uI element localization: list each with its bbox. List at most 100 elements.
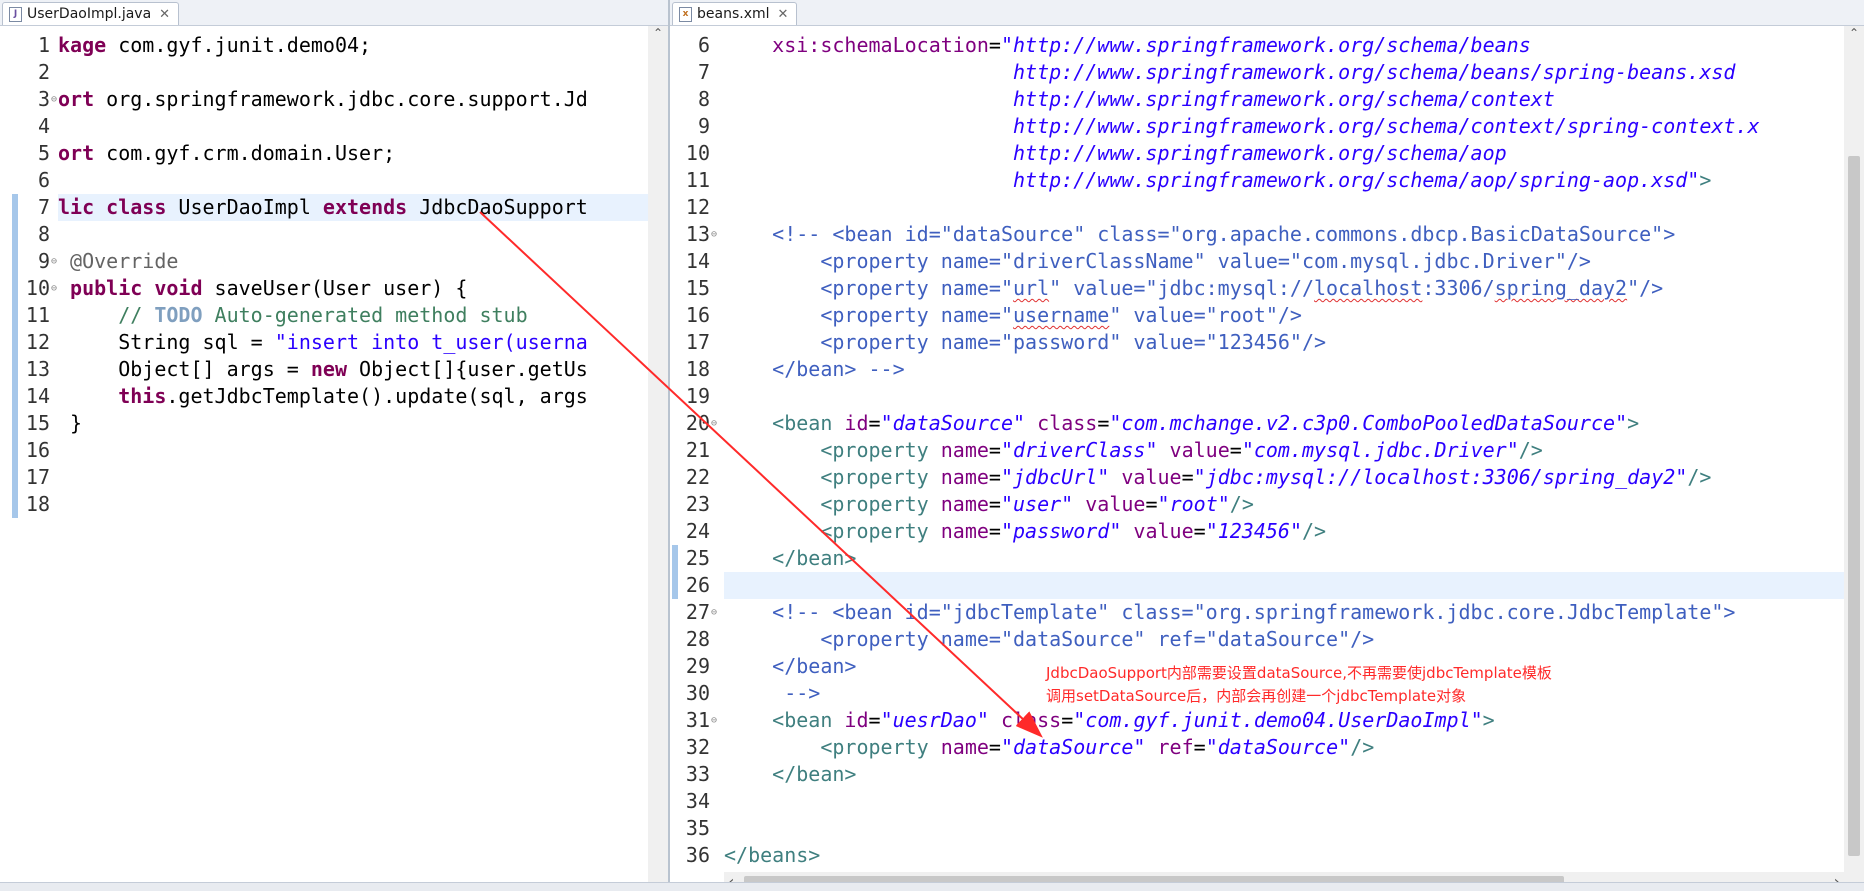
fold-toggle-icon[interactable]: ⊖ (711, 599, 717, 626)
code-token: Object[] args = (58, 357, 311, 381)
xml-file-icon: x (679, 6, 692, 22)
code-token: </bean> (724, 762, 857, 786)
line-number: 25 (685, 546, 710, 570)
code-line[interactable]: <property name="driverClassName" value="… (724, 248, 1591, 275)
code-token: "http://www.springframework.org/schema/b… (1000, 33, 1531, 57)
code-line[interactable]: http://www.springframework.org/schema/co… (724, 86, 1555, 113)
code-token: "user" (1000, 492, 1086, 516)
code-token: } (58, 411, 83, 435)
fold-toggle-icon[interactable]: ⊖ (51, 275, 57, 302)
line-number: 2 (37, 60, 50, 84)
code-token: </bean> --> (724, 357, 905, 381)
code-line[interactable]: <property name="password" value="123456"… (724, 329, 1326, 356)
code-line[interactable]: </bean> (724, 653, 856, 680)
code-line[interactable]: </beans> (724, 842, 820, 869)
code-line[interactable]: <!-- <bean id="dataSource" class="org.ap… (724, 221, 1675, 248)
code-line[interactable]: http://www.springframework.org/schema/be… (724, 59, 1735, 86)
code-token: "insert into t_user(userna (274, 330, 588, 354)
code-token: xsi:schemaLocation (724, 33, 989, 57)
fold-toggle-icon[interactable]: ⊖ (711, 221, 717, 248)
code-token: ort (58, 87, 107, 111)
code-token: url (1012, 276, 1050, 300)
code-line[interactable]: <property name="driverClass" value="com.… (724, 437, 1543, 464)
code-token: ort (58, 141, 107, 165)
code-token: = (1193, 735, 1206, 759)
code-token: Auto-generated method stub (202, 303, 528, 327)
code-token: UserDaoImpl (178, 195, 323, 219)
code-line[interactable]: ort org.springframework.jdbc.core.suppor… (58, 86, 588, 113)
code-line[interactable]: <property name="dataSource" ref="dataSou… (724, 734, 1374, 761)
code-token: <property name=" (724, 303, 1013, 327)
code-line[interactable]: @Override (58, 248, 178, 275)
code-token: TODO (154, 303, 203, 327)
tab-userdaoimpl-java[interactable]: J UserDaoImpl.java ✕ (2, 2, 180, 25)
line-number: 14 (25, 384, 50, 408)
code-line[interactable]: Object[] args = new Object[]{user.getUs (58, 356, 588, 383)
code-token: <!-- <bean id="jdbcTemplate" class="org.… (724, 600, 1736, 624)
code-token: = (988, 492, 1001, 516)
code-line[interactable]: <bean id="uesrDao" class="com.gyf.junit.… (724, 707, 1495, 734)
code-line[interactable]: <property name="user" value="root"/> (724, 491, 1254, 518)
code-token: value (1121, 465, 1182, 489)
code-line[interactable]: public void saveUser(User user) { (58, 275, 467, 302)
code-line[interactable]: <property name="password" value="123456"… (724, 518, 1326, 545)
code-token: "driverClass" (1000, 438, 1170, 462)
code-token: /> (1302, 519, 1327, 543)
code-line[interactable]: <bean id="dataSource" class="com.mchange… (724, 410, 1639, 437)
xml-editor-pane: x beans.xml ✕ 6 xsi:schemaLocation="http… (670, 0, 1864, 890)
code-line[interactable]: <property name="url" value="jdbc:mysql:/… (724, 275, 1663, 302)
java-code-editor[interactable]: 1 kage com.gyf.junit.demo04; 2 3 ⊖ ort org.sp… (0, 26, 668, 890)
code-line[interactable]: <property name="jdbcUrl" value="jdbc:mys… (724, 464, 1711, 491)
line-number: 6 (37, 168, 50, 192)
code-line[interactable]: String sql = "insert into t_user(userna (58, 329, 588, 356)
code-line[interactable]: xsi:schemaLocation="http://www.springfra… (724, 32, 1531, 59)
line-number: 18 (25, 492, 50, 516)
xml-code-editor[interactable]: 6 xsi:schemaLocation="http://www.springf… (670, 26, 1864, 890)
code-line[interactable]: http://www.springframework.org/schema/ao… (724, 140, 1507, 167)
close-icon[interactable]: ✕ (159, 7, 170, 22)
fold-toggle-icon[interactable]: ⊖ (51, 86, 57, 113)
fold-toggle-icon[interactable]: ⊖ (711, 410, 717, 437)
code-token: <!-- <bean id="dataSource" class="org.ap… (724, 222, 1676, 246)
code-line[interactable]: } (58, 410, 82, 437)
code-token: = (1193, 519, 1206, 543)
line-number: 35 (685, 816, 710, 840)
code-line[interactable]: </bean> --> (724, 356, 905, 383)
code-line[interactable]: <!-- <bean id="jdbcTemplate" class="org.… (724, 599, 1735, 626)
code-line[interactable]: </bean> (724, 761, 856, 788)
close-icon[interactable]: ✕ (778, 7, 789, 22)
fold-toggle-icon[interactable]: ⊖ (51, 248, 57, 275)
code-line[interactable]: --> (724, 680, 820, 707)
vertical-scrollbar[interactable]: ⌃ (648, 26, 668, 890)
code-token: <property name="driverClassName" value="… (724, 249, 1591, 273)
line-number: 13 (25, 357, 50, 381)
code-token: name (940, 492, 989, 516)
code-line[interactable]: http://www.springframework.org/schema/ao… (724, 167, 1711, 194)
line-number: 32 (685, 735, 710, 759)
code-token: JdbcDaoSupport (419, 195, 588, 219)
line-number: 15 (685, 276, 710, 300)
line-number: 26 (685, 573, 710, 597)
vertical-scrollbar[interactable]: ⌃ (1844, 26, 1864, 872)
code-line[interactable]: </bean> (724, 545, 856, 572)
code-line[interactable]: kage com.gyf.junit.demo04; (58, 32, 371, 59)
code-token: name (940, 438, 989, 462)
code-line[interactable]: // TODO Auto-generated method stub (58, 302, 528, 329)
code-token: com.gyf.crm.domain.User; (106, 141, 396, 165)
scroll-up-icon[interactable]: ⌃ (653, 26, 663, 40)
code-token: id (844, 708, 869, 732)
tab-beans-xml[interactable]: x beans.xml ✕ (672, 2, 798, 25)
line-number: 5 (37, 141, 50, 165)
code-line[interactable]: http://www.springframework.org/schema/co… (724, 113, 1760, 140)
code-line[interactable]: ort com.gyf.crm.domain.User; (58, 140, 395, 167)
code-line[interactable]: <property name="username" value="root"/> (724, 302, 1302, 329)
fold-toggle-icon[interactable]: ⊖ (711, 707, 717, 734)
code-token: = (988, 465, 1001, 489)
scroll-up-icon[interactable]: ⌃ (1849, 26, 1859, 40)
code-line[interactable]: lic class UserDaoImpl extends JdbcDaoSup… (58, 194, 588, 221)
code-line[interactable]: this.getJdbcTemplate().update(sql, args (58, 383, 588, 410)
scroll-thumb[interactable] (1848, 156, 1860, 856)
line-number: 11 (25, 303, 50, 327)
code-line[interactable]: <property name="dataSource" ref="dataSou… (724, 626, 1374, 653)
line-number: 27 (685, 600, 710, 624)
